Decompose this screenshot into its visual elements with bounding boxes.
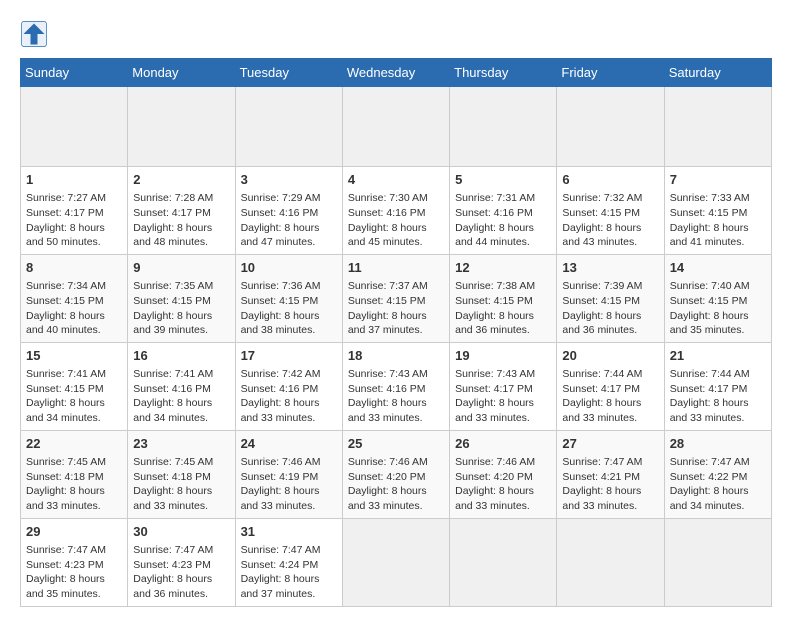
day-header-monday: Monday — [128, 59, 235, 87]
calendar-cell: 9Sunrise: 7:35 AMSunset: 4:15 PMDaylight… — [128, 254, 235, 342]
calendar-cell: 19Sunrise: 7:43 AMSunset: 4:17 PMDayligh… — [450, 342, 557, 430]
day-number: 11 — [348, 259, 444, 277]
calendar-week-row: 15Sunrise: 7:41 AMSunset: 4:15 PMDayligh… — [21, 342, 772, 430]
calendar-cell: 20Sunrise: 7:44 AMSunset: 4:17 PMDayligh… — [557, 342, 664, 430]
calendar-cell: 16Sunrise: 7:41 AMSunset: 4:16 PMDayligh… — [128, 342, 235, 430]
calendar-week-row: 29Sunrise: 7:47 AMSunset: 4:23 PMDayligh… — [21, 518, 772, 606]
calendar-header-row: SundayMondayTuesdayWednesdayThursdayFrid… — [21, 59, 772, 87]
calendar-cell: 21Sunrise: 7:44 AMSunset: 4:17 PMDayligh… — [664, 342, 771, 430]
calendar-cell: 5Sunrise: 7:31 AMSunset: 4:16 PMDaylight… — [450, 167, 557, 255]
calendar-week-row: 8Sunrise: 7:34 AMSunset: 4:15 PMDaylight… — [21, 254, 772, 342]
day-number: 4 — [348, 171, 444, 189]
day-header-friday: Friday — [557, 59, 664, 87]
day-number: 26 — [455, 435, 551, 453]
day-number: 24 — [241, 435, 337, 453]
day-number: 7 — [670, 171, 766, 189]
calendar-cell: 7Sunrise: 7:33 AMSunset: 4:15 PMDaylight… — [664, 167, 771, 255]
page-header — [20, 20, 772, 48]
calendar-cell: 25Sunrise: 7:46 AMSunset: 4:20 PMDayligh… — [342, 430, 449, 518]
calendar-cell: 26Sunrise: 7:46 AMSunset: 4:20 PMDayligh… — [450, 430, 557, 518]
day-number: 19 — [455, 347, 551, 365]
calendar-cell — [235, 87, 342, 167]
calendar-cell — [664, 518, 771, 606]
calendar-cell: 22Sunrise: 7:45 AMSunset: 4:18 PMDayligh… — [21, 430, 128, 518]
day-number: 14 — [670, 259, 766, 277]
day-number: 12 — [455, 259, 551, 277]
calendar-cell: 11Sunrise: 7:37 AMSunset: 4:15 PMDayligh… — [342, 254, 449, 342]
calendar-cell — [342, 87, 449, 167]
day-number: 2 — [133, 171, 229, 189]
day-number: 18 — [348, 347, 444, 365]
calendar-cell — [664, 87, 771, 167]
day-number: 3 — [241, 171, 337, 189]
calendar-cell — [557, 87, 664, 167]
day-number: 21 — [670, 347, 766, 365]
day-number: 10 — [241, 259, 337, 277]
calendar-cell — [450, 87, 557, 167]
calendar-cell: 24Sunrise: 7:46 AMSunset: 4:19 PMDayligh… — [235, 430, 342, 518]
day-number: 30 — [133, 523, 229, 541]
calendar-cell: 3Sunrise: 7:29 AMSunset: 4:16 PMDaylight… — [235, 167, 342, 255]
day-number: 16 — [133, 347, 229, 365]
day-number: 29 — [26, 523, 122, 541]
calendar-cell: 17Sunrise: 7:42 AMSunset: 4:16 PMDayligh… — [235, 342, 342, 430]
calendar-cell — [21, 87, 128, 167]
day-number: 5 — [455, 171, 551, 189]
calendar-cell: 15Sunrise: 7:41 AMSunset: 4:15 PMDayligh… — [21, 342, 128, 430]
calendar-cell: 10Sunrise: 7:36 AMSunset: 4:15 PMDayligh… — [235, 254, 342, 342]
day-header-tuesday: Tuesday — [235, 59, 342, 87]
day-number: 13 — [562, 259, 658, 277]
day-number: 8 — [26, 259, 122, 277]
logo-icon — [20, 20, 48, 48]
day-number: 1 — [26, 171, 122, 189]
day-number: 25 — [348, 435, 444, 453]
calendar-cell: 23Sunrise: 7:45 AMSunset: 4:18 PMDayligh… — [128, 430, 235, 518]
day-header-wednesday: Wednesday — [342, 59, 449, 87]
calendar-cell: 18Sunrise: 7:43 AMSunset: 4:16 PMDayligh… — [342, 342, 449, 430]
day-number: 27 — [562, 435, 658, 453]
calendar-cell: 8Sunrise: 7:34 AMSunset: 4:15 PMDaylight… — [21, 254, 128, 342]
calendar-cell: 27Sunrise: 7:47 AMSunset: 4:21 PMDayligh… — [557, 430, 664, 518]
calendar-cell: 1Sunrise: 7:27 AMSunset: 4:17 PMDaylight… — [21, 167, 128, 255]
calendar-cell: 29Sunrise: 7:47 AMSunset: 4:23 PMDayligh… — [21, 518, 128, 606]
calendar-week-row: 1Sunrise: 7:27 AMSunset: 4:17 PMDaylight… — [21, 167, 772, 255]
calendar-cell — [342, 518, 449, 606]
day-number: 31 — [241, 523, 337, 541]
calendar-week-row: 22Sunrise: 7:45 AMSunset: 4:18 PMDayligh… — [21, 430, 772, 518]
calendar-cell: 28Sunrise: 7:47 AMSunset: 4:22 PMDayligh… — [664, 430, 771, 518]
calendar-cell: 14Sunrise: 7:40 AMSunset: 4:15 PMDayligh… — [664, 254, 771, 342]
day-number: 15 — [26, 347, 122, 365]
day-number: 6 — [562, 171, 658, 189]
calendar-cell — [450, 518, 557, 606]
day-number: 17 — [241, 347, 337, 365]
calendar-cell: 4Sunrise: 7:30 AMSunset: 4:16 PMDaylight… — [342, 167, 449, 255]
day-number: 23 — [133, 435, 229, 453]
day-header-saturday: Saturday — [664, 59, 771, 87]
calendar-cell — [557, 518, 664, 606]
calendar-cell: 12Sunrise: 7:38 AMSunset: 4:15 PMDayligh… — [450, 254, 557, 342]
day-number: 20 — [562, 347, 658, 365]
calendar-cell: 13Sunrise: 7:39 AMSunset: 4:15 PMDayligh… — [557, 254, 664, 342]
calendar-table: SundayMondayTuesdayWednesdayThursdayFrid… — [20, 58, 772, 607]
calendar-cell: 30Sunrise: 7:47 AMSunset: 4:23 PMDayligh… — [128, 518, 235, 606]
calendar-cell — [128, 87, 235, 167]
calendar-week-row — [21, 87, 772, 167]
calendar-cell: 6Sunrise: 7:32 AMSunset: 4:15 PMDaylight… — [557, 167, 664, 255]
calendar-cell: 31Sunrise: 7:47 AMSunset: 4:24 PMDayligh… — [235, 518, 342, 606]
day-header-thursday: Thursday — [450, 59, 557, 87]
day-number: 28 — [670, 435, 766, 453]
calendar-cell: 2Sunrise: 7:28 AMSunset: 4:17 PMDaylight… — [128, 167, 235, 255]
logo — [20, 20, 52, 48]
day-number: 9 — [133, 259, 229, 277]
day-number: 22 — [26, 435, 122, 453]
day-header-sunday: Sunday — [21, 59, 128, 87]
